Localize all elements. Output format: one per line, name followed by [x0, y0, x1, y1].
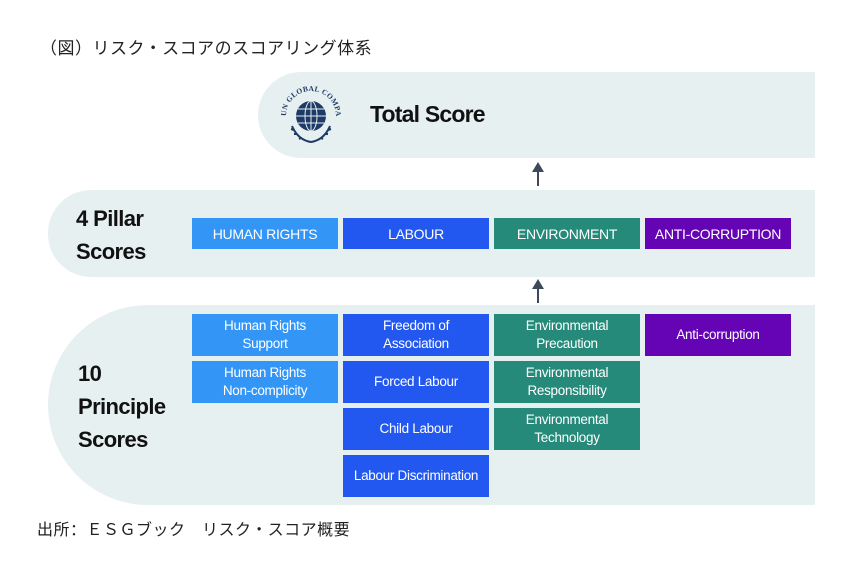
principle-line: Environmental — [525, 318, 609, 333]
source-note: 出所：ＥＳＧブック リスク・スコア概要 — [37, 520, 351, 539]
principle-box: Human Rights Non-complicity — [192, 361, 338, 403]
principle-box: Anti-corruption — [645, 314, 791, 356]
principle-line: Human Rights — [224, 318, 306, 333]
principle-box-text: Anti-corruption — [676, 326, 760, 344]
principle-line: Labour Discrimination — [353, 468, 479, 483]
principle-line: Forced Labour — [374, 374, 458, 389]
label-line: Scores — [78, 427, 148, 452]
principle-line: Environmental — [525, 365, 609, 380]
principle-box-text: Forced Labour — [374, 373, 458, 391]
principle-line: Responsibility — [527, 383, 607, 398]
principle-line: Child Labour — [379, 421, 453, 436]
principle-line: Precaution — [536, 336, 598, 351]
label-line: 4 Pillar — [76, 206, 144, 231]
principle-line: Support — [242, 336, 288, 351]
pillar-environment: ENVIRONMENT — [494, 218, 640, 249]
pillar-scores-label: 4 Pillar Scores — [76, 202, 146, 268]
figure-caption: （図）リスク・スコアのスコアリング体系 — [40, 39, 373, 59]
principle-box-text: Human Rights Non-complicity — [222, 364, 308, 400]
principle-box: Child Labour — [343, 408, 489, 450]
principle-box: Freedom of Association — [343, 314, 489, 356]
principle-box-text: Freedom of Association — [383, 317, 449, 353]
principle-line: Environmental — [525, 412, 609, 427]
principle-scores-label: 10 Principle Scores — [78, 357, 166, 456]
label-line: Principle — [78, 394, 166, 419]
arrow-up-icon — [532, 162, 544, 186]
total-score-title: Total Score — [370, 101, 486, 127]
un-global-compact-logo-icon: UN GLOBAL COMPACT — [278, 80, 343, 144]
pillar-human-rights: HUMAN RIGHTS — [192, 218, 338, 249]
principle-box-text: Labour Discrimination — [353, 467, 479, 485]
pillar-anti-corruption: ANTI-CORRUPTION — [645, 218, 791, 249]
principle-box-text: Environmental Technology — [525, 411, 609, 447]
principle-box: Environmental Technology — [494, 408, 640, 450]
label-line: Scores — [76, 239, 146, 264]
principle-box-text: Environmental Precaution — [525, 317, 609, 353]
principle-box: Labour Discrimination — [343, 455, 489, 497]
principle-line: Technology — [534, 430, 600, 445]
principle-line: Non-complicity — [222, 383, 308, 398]
principle-box: Environmental Responsibility — [494, 361, 640, 403]
principle-box-text: Environmental Responsibility — [525, 364, 609, 400]
principle-line: Association — [383, 336, 449, 351]
principle-box: Forced Labour — [343, 361, 489, 403]
principle-box: Environmental Precaution — [494, 314, 640, 356]
principle-line: Anti-corruption — [676, 327, 760, 342]
pillar-labour: LABOUR — [343, 218, 489, 249]
principle-box: Human Rights Support — [192, 314, 338, 356]
label-line: 10 — [78, 361, 102, 386]
principle-box-text: Child Labour — [380, 420, 453, 438]
principle-box-text: Human Rights Support — [224, 317, 306, 353]
arrow-up-icon — [532, 279, 544, 303]
principle-line: Freedom of — [382, 318, 450, 333]
principle-line: Human Rights — [224, 365, 306, 380]
